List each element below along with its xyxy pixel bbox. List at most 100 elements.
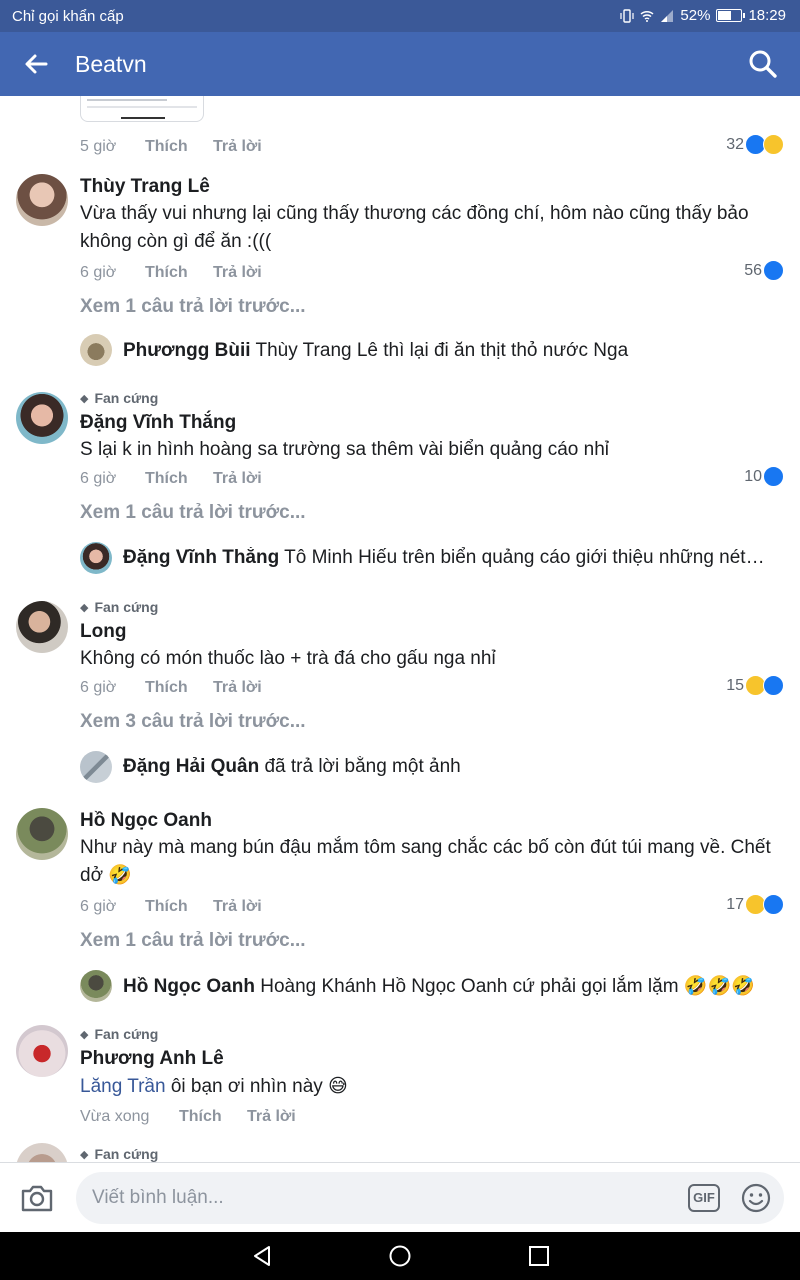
reply-preview[interactable]: Đặng Hải Quân đã trả lời bằng một ảnh (123, 756, 783, 778)
clock: 18:29 (748, 7, 786, 24)
comment-time: 5 giờ (80, 138, 117, 155)
avatar[interactable] (16, 174, 68, 226)
like-reaction-icon (763, 260, 784, 281)
search-icon[interactable] (748, 49, 778, 79)
diamond-icon: ◆ (80, 1148, 89, 1161)
diamond-icon: ◆ (80, 601, 89, 614)
view-previous-replies[interactable]: Xem 3 câu trả lời trước... (80, 711, 306, 733)
reaction-count: 17 (726, 895, 744, 913)
reply-author: Phươngg Bùii (123, 340, 251, 361)
app-bar: Beatvn (0, 32, 800, 96)
avatar[interactable] (16, 392, 68, 444)
like-button[interactable]: Thích (145, 679, 213, 697)
comment-text: Lăng Trần ôi bạn ơi nhìn này 😅 (80, 1073, 780, 1101)
reply-button[interactable]: Trả lời (213, 470, 262, 488)
wifi-icon (640, 10, 654, 22)
reply-text: Hoàng Khánh Hồ Ngọc Oanh cứ phải gọi lắm… (260, 976, 755, 997)
attached-image-thumbnail[interactable] (80, 96, 204, 122)
reply-button[interactable]: Trả lời (213, 138, 262, 156)
reaction-count: 10 (744, 467, 762, 485)
comment-meta: 5 giờ Thích Trả lời (80, 138, 262, 156)
reply-author: Đặng Vĩnh Thắng (123, 547, 280, 568)
comment-text: Vừa thấy vui nhưng lại cũng thấy thương … (80, 203, 749, 252)
like-reaction-icon (763, 466, 784, 487)
reply-author: Hồ Ngọc Oanh (123, 976, 255, 997)
status-icons: 52% 18:29 (620, 7, 786, 24)
comment-time: 6 giờ (80, 470, 117, 487)
comment-time: Vừa xong (80, 1108, 150, 1125)
commenter-name[interactable]: Phương Anh Lê (80, 1048, 224, 1070)
view-previous-replies[interactable]: Xem 1 câu trả lời trước... (80, 296, 306, 318)
avatar[interactable] (16, 1143, 68, 1162)
haha-reaction-icon (763, 134, 784, 155)
gif-button[interactable]: GIF (688, 1184, 720, 1212)
comment-text: Như này mà mang bún đậu mắm tôm sang chắ… (80, 837, 771, 886)
fan-badge: ◆ Fan cứng (80, 390, 158, 406)
reply-avatar[interactable] (80, 970, 112, 1002)
circle-home-icon[interactable] (388, 1244, 412, 1268)
diamond-icon: ◆ (80, 1028, 89, 1041)
view-previous-replies[interactable]: Xem 1 câu trả lời trước... (80, 930, 306, 952)
reply-button[interactable]: Trả lời (213, 898, 262, 916)
commenter-name[interactable]: Hồ Ngọc Oanh (80, 810, 212, 832)
comment-feed[interactable]: 5 giờ Thích Trả lời 32 Thùy Trang Lê Vừa… (0, 96, 800, 1162)
commenter-name[interactable]: Đặng Vĩnh Thắng (80, 412, 236, 434)
commenter-name[interactable]: Thùy Trang Lê (80, 176, 210, 198)
like-button[interactable]: Thích (145, 138, 213, 156)
comment-time: 6 giờ (80, 264, 117, 281)
comment-meta: 6 giờ Thích Trả lời (80, 679, 262, 697)
triangle-back-icon[interactable] (250, 1244, 274, 1268)
reply-avatar[interactable] (80, 334, 112, 366)
reaction-summary[interactable]: 17 (726, 894, 784, 915)
reply-button[interactable]: Trả lời (213, 679, 262, 697)
square-recents-icon[interactable] (527, 1244, 551, 1268)
comment-meta: Vừa xong Thích Trả lời (80, 1108, 296, 1126)
avatar[interactable] (16, 1025, 68, 1077)
like-button[interactable]: Thích (145, 898, 213, 916)
battery-percent: 52% (680, 7, 711, 24)
reply-preview[interactable]: Đặng Vĩnh Thắng Tô Minh Hiếu trên biển q… (123, 547, 783, 569)
like-button[interactable]: Thích (145, 470, 213, 488)
arrow-left-icon[interactable] (20, 48, 52, 80)
reply-author: Đặng Hải Quân (123, 756, 260, 777)
reply-preview[interactable]: Hồ Ngọc Oanh Hoàng Khánh Hồ Ngọc Oanh cứ… (123, 974, 783, 998)
comment-body: ôi bạn ơi nhìn này 😅 (165, 1076, 348, 1097)
reply-avatar[interactable] (80, 542, 112, 574)
reply-text: đã trả lời bằng một ảnh (264, 756, 461, 777)
view-previous-replies[interactable]: Xem 1 câu trả lời trước... (80, 502, 306, 524)
smiley-icon[interactable] (740, 1182, 772, 1214)
signal-icon (661, 9, 674, 22)
comment-meta: 6 giờ Thích Trả lời (80, 264, 262, 282)
reply-avatar[interactable] (80, 751, 112, 783)
comment-meta: 6 giờ Thích Trả lời (80, 470, 262, 488)
mention-link[interactable]: Lăng Trần (80, 1076, 166, 1097)
like-button[interactable]: Thích (145, 264, 213, 282)
reaction-summary[interactable]: 56 (744, 260, 784, 281)
fan-badge-label: Fan cứng (94, 1026, 159, 1042)
reply-button[interactable]: Trả lời (213, 264, 262, 282)
reaction-summary[interactable]: 32 (726, 134, 784, 155)
reply-preview[interactable]: Phươngg Bùii Thùy Trang Lê thì lại đi ăn… (123, 340, 783, 362)
reply-text: Tô Minh Hiếu trên biển quảng cáo giới th… (284, 547, 765, 568)
reaction-count: 15 (726, 676, 744, 694)
reaction-summary[interactable]: 15 (726, 675, 784, 696)
like-button[interactable]: Thích (179, 1108, 247, 1126)
fan-badge-label: Fan cứng (94, 390, 159, 406)
comment-input[interactable]: Viết bình luận... GIF (76, 1172, 784, 1224)
comment-meta: 6 giờ Thích Trả lời (80, 898, 262, 916)
reaction-summary[interactable]: 10 (744, 466, 784, 487)
battery-icon (716, 9, 746, 22)
comment-time: 6 giờ (80, 679, 117, 696)
fan-badge: ◆ Fan cứng (80, 1146, 158, 1162)
reaction-count: 32 (726, 135, 744, 153)
comment-placeholder: Viết bình luận... (92, 1187, 224, 1208)
comment-time: 6 giờ (80, 898, 117, 915)
avatar[interactable] (16, 808, 68, 860)
avatar[interactable] (16, 601, 68, 653)
commenter-name[interactable]: Long (80, 621, 126, 643)
camera-icon[interactable] (20, 1183, 54, 1213)
reply-button[interactable]: Trả lời (247, 1108, 296, 1126)
system-nav-bar (0, 1232, 800, 1280)
fan-badge-label: Fan cứng (94, 1146, 159, 1162)
comment-text: Không có món thuốc lào + trà đá cho gấu … (80, 648, 496, 669)
